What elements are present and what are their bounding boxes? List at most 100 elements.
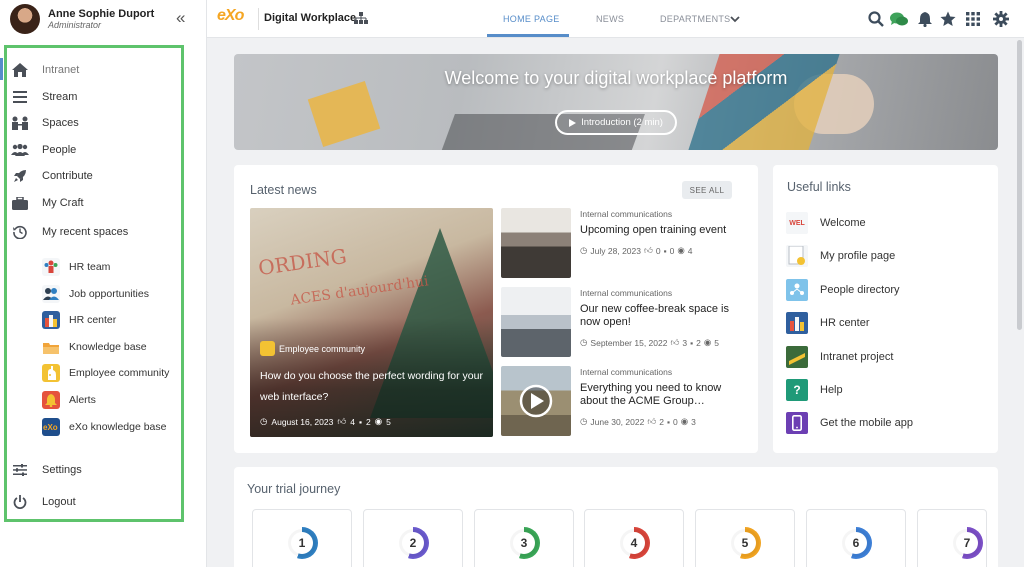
user-name: Anne Sophie Duport (48, 8, 155, 20)
journey-step[interactable]: 6 (806, 509, 906, 567)
news-meta: ◷ September 15, 2022 👍︎ 3 ▪ 2 ◉ 5 (580, 337, 719, 348)
recent-space-label: Employee community (69, 367, 170, 379)
page-scrollbar[interactable] (1017, 40, 1022, 330)
sidebar-item-label: Logout (42, 496, 76, 508)
site-name[interactable]: Digital Workplace (264, 12, 356, 24)
tab-news[interactable]: NEWS (596, 14, 624, 24)
chevron-down-icon[interactable] (726, 10, 744, 28)
comment-count: 2 (365, 416, 371, 427)
featured-space-badge[interactable]: Employee community (260, 341, 365, 356)
sidebar-item-label: Spaces (42, 117, 79, 129)
featured-news-title[interactable]: How do you choose the perfect wording fo… (260, 366, 488, 408)
video-play-icon[interactable] (501, 366, 571, 436)
news-item[interactable]: Internal communications Our new coffee-b… (501, 287, 751, 359)
view-count: 5 (386, 416, 391, 427)
mobile-app-icon (786, 412, 808, 434)
tab-home-page[interactable]: HOME PAGE (503, 14, 560, 24)
like-count: 0 (655, 245, 661, 256)
banner-image-notes (307, 80, 381, 148)
comment-icon: ▪ (358, 416, 362, 427)
like-count: 3 (682, 337, 688, 348)
recent-space-knowledge-base[interactable]: Knowledge base (42, 337, 182, 357)
journey-step[interactable]: 3 (474, 509, 574, 567)
recent-space-label: Alerts (69, 394, 96, 406)
recent-space-alerts[interactable]: Alerts (42, 390, 182, 410)
people-directory-icon (786, 279, 808, 301)
introduction-video-button[interactable]: Introduction (2 min) (555, 110, 677, 135)
sidebar-item-recent-spaces[interactable]: My recent spaces (8, 221, 178, 243)
news-title[interactable]: Upcoming open training event (580, 224, 750, 237)
journey-step[interactable]: 5 (695, 509, 795, 567)
sidebar-item-settings[interactable]: Settings (8, 459, 178, 481)
sidebar: Anne Sophie Duport Administrator « Intra… (0, 0, 207, 567)
sidebar-item-logout[interactable]: Logout (8, 491, 178, 513)
link-help[interactable]: ? Help (786, 379, 986, 401)
news-item[interactable]: Internal communications Upcoming open tr… (501, 208, 751, 280)
apps-grid-icon[interactable] (964, 10, 982, 28)
eye-icon: ◉ (677, 245, 685, 255)
sidebar-item-intranet[interactable]: Intranet (8, 59, 178, 81)
step-number: 6 (845, 532, 867, 554)
journey-step[interactable]: 4 (584, 509, 684, 567)
news-item[interactable]: Internal communications Everything you n… (501, 366, 751, 438)
featured-news-article[interactable]: ORDING ACES d'aujourd'hui Employee commu… (250, 208, 493, 437)
recent-space-label: HR center (69, 314, 117, 326)
like-icon: 👍︎ (644, 245, 653, 255)
settings-icon[interactable] (992, 10, 1010, 28)
recent-space-exo-knowledge-base[interactable]: eXo eXo knowledge base (42, 417, 182, 437)
recent-space-employee-community[interactable]: Employee community (42, 363, 182, 383)
avatar[interactable] (10, 4, 40, 34)
news-thumbnail[interactable] (501, 287, 571, 357)
news-title[interactable]: Everything you need to know about the AC… (580, 382, 750, 408)
recent-space-hr-team[interactable]: HR team (42, 257, 182, 277)
tab-departments[interactable]: DEPARTMENTS (660, 14, 730, 24)
link-welcome[interactable]: WEL Welcome (786, 212, 986, 234)
recent-space-label: Job opportunities (69, 288, 149, 300)
link-intranet-project[interactable]: Intranet project (786, 346, 986, 368)
news-meta: ◷ June 30, 2022 👍︎ 2 ▪ 0 ◉ 3 (580, 416, 696, 427)
useful-links-card: Useful links WEL Welcome My profile page… (773, 165, 998, 453)
home-icon (8, 62, 32, 78)
view-count: 4 (687, 245, 693, 256)
news-thumbnail[interactable] (501, 366, 571, 436)
collapse-sidebar-icon[interactable]: « (176, 9, 185, 26)
recent-space-job-opportunities[interactable]: Job opportunities (42, 284, 182, 304)
exo-logo[interactable]: eXo (217, 7, 244, 25)
chat-icon[interactable] (890, 10, 908, 28)
sitemap-icon[interactable] (354, 11, 368, 29)
comment-count: 0 (669, 245, 675, 256)
sidebar-item-contribute[interactable]: Contribute (8, 165, 178, 187)
link-my-profile-page[interactable]: My profile page (786, 245, 986, 267)
link-label: My profile page (820, 250, 896, 262)
step-number: 5 (734, 532, 756, 554)
briefcase-icon (8, 195, 32, 211)
see-all-button[interactable]: SEE ALL (682, 181, 732, 199)
news-thumbnail[interactable] (501, 208, 571, 278)
news-category: Internal communications (580, 367, 673, 377)
journey-step[interactable]: 1 (252, 509, 352, 567)
view-count: 3 (691, 416, 696, 427)
sidebar-item-people[interactable]: People (8, 139, 178, 161)
link-label: Welcome (820, 217, 866, 229)
sidebar-item-stream[interactable]: Stream (8, 86, 178, 108)
view-count: 5 (714, 337, 719, 348)
link-get-the-mobile-app[interactable]: Get the mobile app (786, 412, 986, 434)
link-people-directory[interactable]: People directory (786, 279, 986, 301)
sidebar-item-label: Contribute (42, 170, 93, 182)
like-icon: 👍︎ (670, 337, 680, 347)
recent-space-label: Knowledge base (69, 341, 147, 353)
sidebar-item-spaces[interactable]: Spaces (8, 112, 178, 134)
journey-step[interactable]: 2 (363, 509, 463, 567)
journey-step[interactable]: 7 (917, 509, 987, 567)
sidebar-item-my-craft[interactable]: My Craft (8, 192, 178, 214)
notifications-icon[interactable] (916, 10, 934, 28)
news-title[interactable]: Our new coffee-break space is now open! (580, 303, 750, 329)
welcome-banner: Welcome to your digital workplace platfo… (234, 54, 998, 150)
recent-space-hr-center[interactable]: HR center (42, 310, 182, 330)
search-icon[interactable] (867, 10, 885, 28)
link-hr-center[interactable]: HR center (786, 312, 986, 334)
recent-space-label: HR team (69, 261, 111, 273)
latest-news-card: Latest news SEE ALL ORDING ACES d'aujour… (234, 165, 758, 453)
trial-journey-title: Your trial journey (247, 482, 341, 496)
favorites-icon[interactable] (939, 10, 957, 28)
